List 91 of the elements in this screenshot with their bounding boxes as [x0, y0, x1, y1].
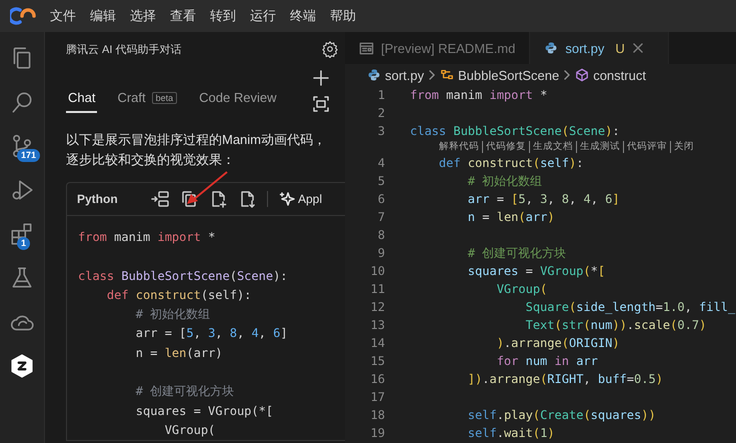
code-line: n = len(arr): [466, 209, 555, 226]
line-number: 15: [370, 354, 385, 368]
menu-item[interactable]: 终端: [290, 7, 316, 25]
logo-icon: [10, 7, 36, 25]
codelens-link[interactable]: 代码修复: [482, 141, 529, 153]
code-line: def construct(self):: [106, 286, 252, 304]
line-number: 5: [376, 174, 385, 188]
python-icon: [544, 41, 558, 55]
code-line: Square(side_length=1.0, fill_: [524, 299, 736, 316]
breadcrumb-item[interactable]: construct: [593, 68, 646, 82]
editor-tab[interactable]: sort.py U: [530, 32, 669, 64]
menu-item[interactable]: 查看: [170, 7, 196, 25]
line-number: 3: [376, 124, 385, 138]
line-number: 4: [376, 156, 385, 170]
preview-icon: [359, 40, 374, 56]
language-label: Python: [77, 192, 119, 206]
message-text: 逐步比较和交换的视觉效果：: [66, 151, 236, 169]
code-line: VGroup(: [496, 281, 548, 298]
message-text: 以下是展示冒泡排序过程的Manim动画代码，: [66, 131, 328, 149]
breadcrumb-item[interactable]: sort.py: [385, 68, 424, 82]
line-number: 10: [370, 264, 385, 278]
codelens-link[interactable]: 解释代码: [439, 141, 482, 153]
code-line: squares = VGroup(*[: [134, 402, 274, 420]
line-number: 8: [376, 228, 385, 242]
line-number: 17: [370, 390, 385, 404]
menu-item[interactable]: 编辑: [90, 7, 116, 25]
code-line: # 创建可视化方块: [134, 383, 236, 400]
cube-icon: [575, 68, 590, 82]
beta-badge: beta: [152, 92, 178, 104]
code-line: class BubbleSortScene(Scene):: [410, 123, 620, 140]
code-line: class BubbleSortScene(Scene):: [78, 268, 289, 285]
line-number: 18: [370, 408, 385, 422]
code-line: self.wait(1): [466, 425, 555, 442]
code-line: ]).arrange(RIGHT, buff=0.5): [466, 371, 663, 388]
codelens-link[interactable]: 关闭: [670, 141, 697, 153]
line-number: 2: [376, 106, 385, 120]
annotation-arrow: [185, 170, 229, 206]
chat-tab[interactable]: Craft beta: [115, 90, 180, 113]
code-line: def construct(self):: [438, 155, 584, 172]
menu-item[interactable]: 文件: [50, 7, 76, 25]
count-badge: 171: [17, 149, 40, 162]
menu-item[interactable]: 选择: [130, 7, 156, 25]
code-line: # 创建可视化方块: [466, 245, 566, 262]
sparkle-icon: [279, 191, 295, 207]
chat-tab[interactable]: Chat: [66, 90, 98, 113]
breadcrumb-item[interactable]: BubbleSortScene: [458, 68, 560, 82]
plus-icon[interactable]: [313, 70, 329, 86]
chevron-right-icon: [563, 70, 572, 80]
menu-item[interactable]: 运行: [250, 7, 276, 25]
code-line: n = len(arr): [134, 344, 224, 362]
codelens-link[interactable]: 生成文档: [529, 141, 576, 153]
copy-icon[interactable]: [180, 190, 198, 208]
menu-item[interactable]: 转到: [210, 7, 236, 25]
python-icon: [367, 68, 381, 82]
panel-title: 腾讯云 AI 代码助手对话: [66, 42, 182, 56]
chevron-right-icon: [428, 70, 436, 80]
insert-icon[interactable]: [151, 190, 169, 208]
code-line: from manim import *: [410, 87, 548, 104]
line-number: 9: [376, 246, 385, 260]
codelens-link[interactable]: 代码评审: [623, 141, 670, 153]
count-badge: 1: [17, 237, 30, 250]
line-number: 13: [370, 318, 385, 332]
code-line: arr = [5, 3, 8, 4, 6]: [466, 191, 620, 208]
code-line: from manim import *: [78, 229, 216, 246]
maximize-icon[interactable]: [313, 96, 329, 112]
code-line: self.play(Create(squares)): [466, 407, 656, 424]
code-line: VGroup(: [164, 422, 216, 439]
code-line: arr = [5, 3, 8, 4, 6]: [134, 325, 289, 342]
code-line: # 初始化数组: [466, 173, 542, 190]
line-number: 6: [376, 192, 385, 206]
line-number: 16: [370, 372, 385, 386]
code-line: ).arrange(ORIGIN): [496, 335, 620, 352]
code-line: squares = VGroup(*[: [466, 263, 606, 280]
menu-item[interactable]: 帮助: [330, 7, 356, 25]
code-line: # 初始化数组: [134, 306, 212, 324]
close-icon[interactable]: [632, 42, 644, 54]
line-number: 11: [370, 282, 385, 296]
line-number: 1: [376, 88, 385, 102]
class-icon: [440, 68, 454, 82]
file-status: U: [615, 40, 625, 56]
chat-tab[interactable]: Code Review: [197, 90, 278, 113]
settings-icon[interactable]: [321, 40, 339, 58]
hexagon-logo-icon[interactable]: [9, 353, 35, 379]
line-number: 19: [370, 426, 385, 440]
apply-button[interactable]: Appl: [279, 191, 322, 207]
codelens-link[interactable]: 生成测试: [576, 141, 623, 153]
line-number: 7: [376, 210, 385, 224]
code-line: for num in arr: [496, 353, 598, 370]
code-line: Text(str(num)).scale(0.7): [524, 317, 706, 334]
line-number: 12: [370, 300, 385, 314]
line-number: 14: [370, 336, 385, 350]
